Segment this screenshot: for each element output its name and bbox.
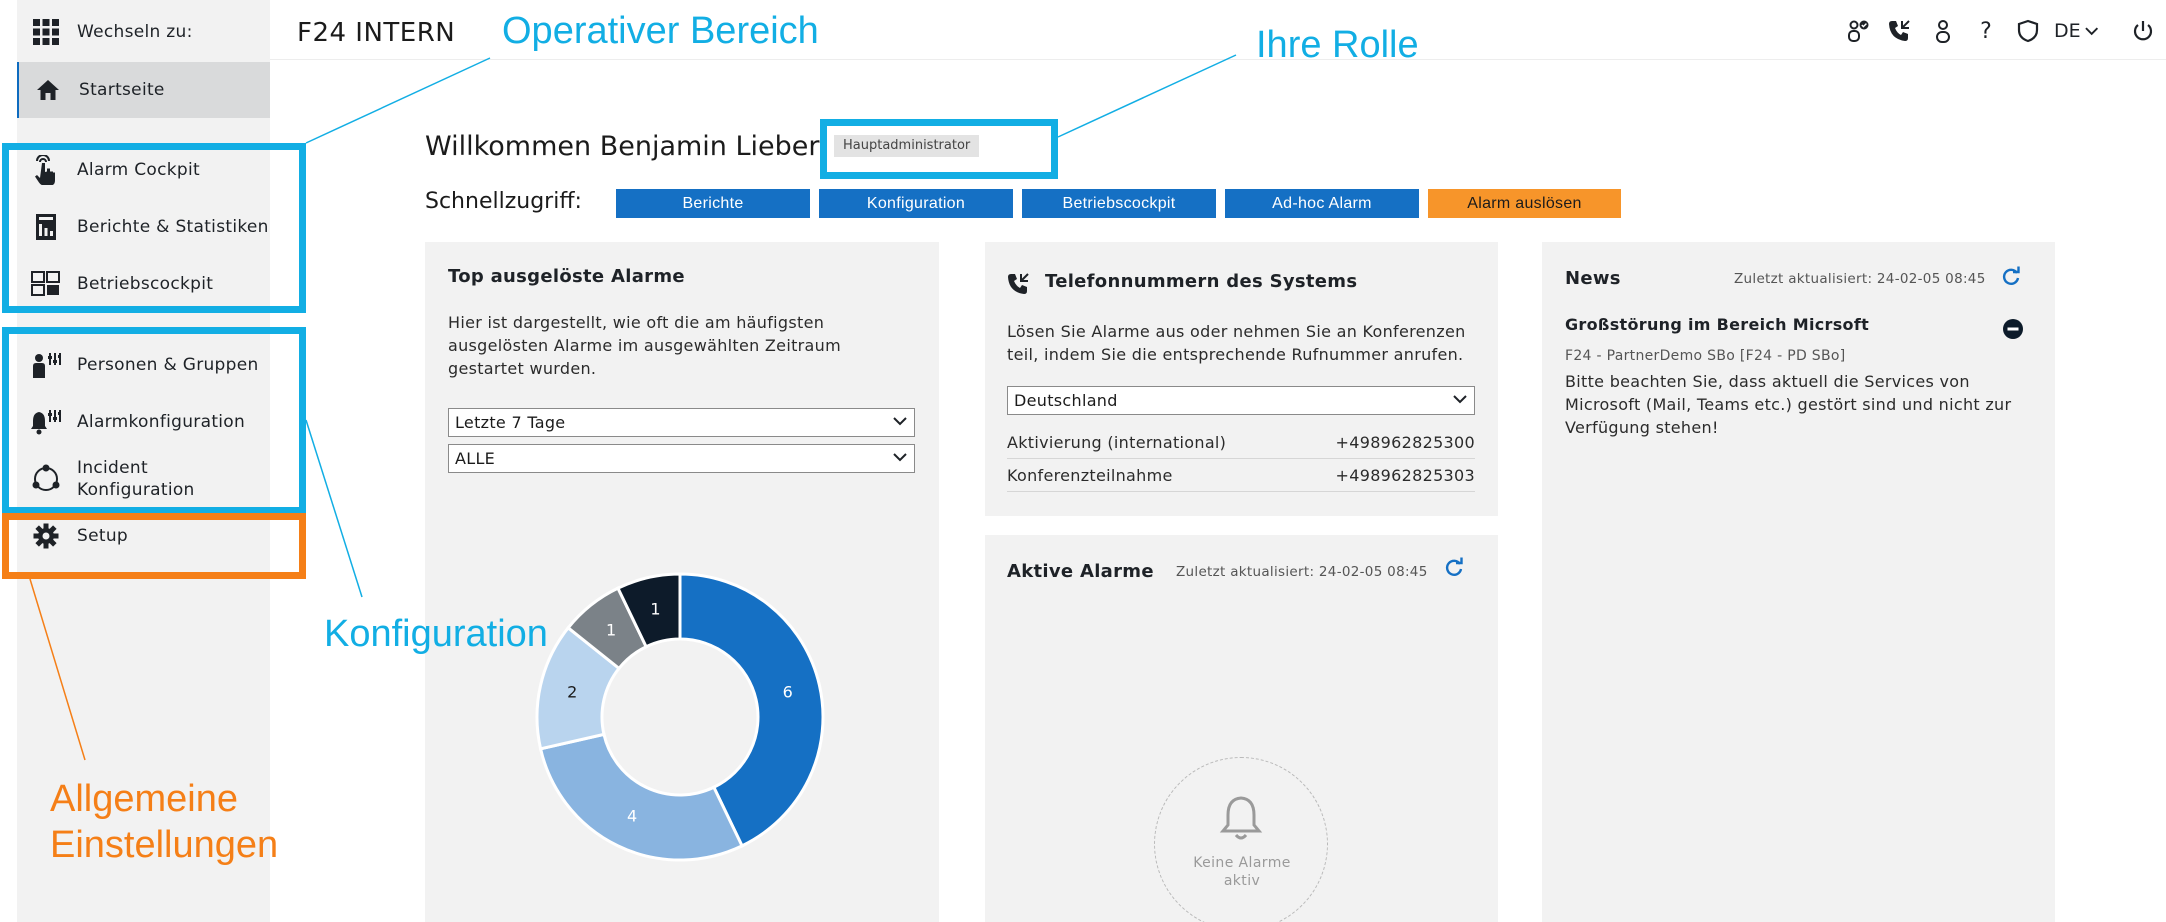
annotation-lines	[29, 54, 1237, 761]
annotation-operational-label: Operativer Bereich	[502, 10, 819, 52]
annotation-line-operational	[305, 57, 491, 144]
annotation-general-settings-line1: Allgemeine	[50, 778, 238, 820]
annotation-line-role	[1057, 54, 1237, 138]
annotation-line-configuration	[305, 419, 363, 598]
annotation-general-settings-label: Allgemeine Einstellungen	[50, 776, 278, 868]
annotation-role-label: Ihre Rolle	[1256, 24, 1419, 66]
annotation-configuration-label: Konfiguration	[324, 613, 548, 655]
annotation-general-settings-line2: Einstellungen	[50, 824, 279, 866]
annotation-line-general-settings	[29, 578, 86, 761]
